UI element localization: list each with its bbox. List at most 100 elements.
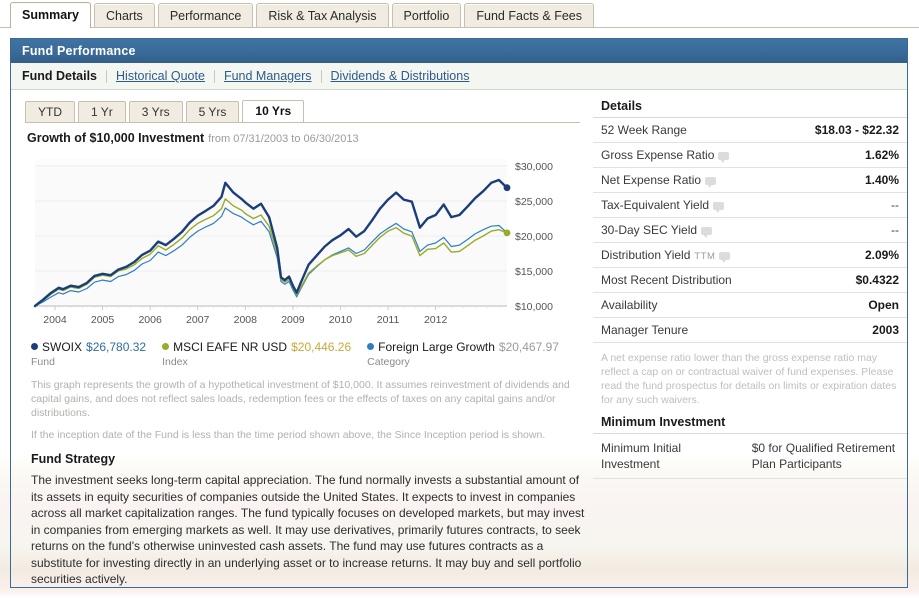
details-row: Tax-Equivalent Yield --	[593, 192, 907, 218]
main-tabs: Summary Charts Performance Risk & Tax Analy…	[0, 0, 919, 28]
chart-y-tick-label: $10,000	[515, 301, 553, 313]
legend-row: Foreign Large Growth $20,467.97	[367, 340, 559, 354]
legend-row: MSCI EAFE NR USD $20,446.26	[162, 340, 351, 354]
fund-strategy-text: The investment seeks long-term capital a…	[31, 473, 585, 586]
legend-row: SWOIX $26,780.32	[31, 340, 146, 354]
subnav-historical-quote[interactable]: Historical Quote	[107, 69, 214, 83]
chart-x-tick-label: 2008	[234, 314, 258, 326]
minimum-investment-row: Minimum Initial Investment $0 for Qualifi…	[593, 434, 907, 479]
minimum-investment-title: Minimum Investment	[593, 413, 907, 434]
chart-y-tick-label: $15,000	[515, 266, 553, 278]
details-label-text: Distribution Yield	[601, 248, 691, 262]
legend-item: Foreign Large Growth $20,467.97 Category	[367, 340, 559, 368]
details-row-label: 30-Day SEC Yield	[593, 217, 780, 243]
expense-ratio-note: A net expense ratio lower than the gross…	[601, 352, 897, 406]
details-row-value: 1.40%	[779, 167, 907, 193]
period-tab-10-yrs[interactable]: 10 Yrs	[242, 100, 305, 122]
details-row-value: --	[779, 217, 907, 243]
tab-fund-facts-fees[interactable]: Fund Facts & Fees	[464, 3, 594, 28]
minimum-investment-value: $0 for Qualified Retirement Plan Partici…	[743, 434, 907, 479]
fund-strategy-section: Fund Strategy The investment seeks long-…	[31, 452, 591, 588]
details-row-label: Availability	[593, 292, 780, 318]
details-row-value: 2.09%	[779, 242, 907, 268]
tab-portfolio[interactable]: Portfolio	[391, 3, 462, 28]
graph-disclaimer-paragraph: If the inception date of the Fund is les…	[31, 429, 546, 441]
details-table: 52 Week Range $18.03 - $22.32 Gross Expens…	[593, 118, 907, 343]
tab-performance[interactable]: Performance	[157, 3, 254, 28]
subnav-fund-managers[interactable]: Fund Managers	[215, 69, 321, 83]
legend-series-role: Category	[367, 356, 410, 368]
fund-performance-panel: Fund Performance Fund Details Historical …	[10, 38, 908, 588]
chart-series-endpoint	[503, 184, 511, 192]
tooltip-bubble-icon[interactable]	[719, 252, 731, 263]
tooltip-bubble-icon[interactable]	[705, 177, 717, 188]
period-tab-1-yr[interactable]: 1 Yr	[78, 101, 126, 122]
period-tab-5-yrs[interactable]: 5 Yrs	[185, 101, 240, 122]
panel-body: YTD 1 Yr 3 Yrs 5 Yrs 10 Yrs Growth of $10,00…	[11, 90, 907, 587]
details-label-text: 30-Day SEC Yield	[601, 223, 698, 237]
period-tab-3-yrs[interactable]: 3 Yrs	[128, 101, 183, 122]
details-row-label: Gross Expense Ratio	[593, 142, 780, 168]
legend-item: MSCI EAFE NR USD $20,446.26 Index	[162, 340, 351, 368]
details-row-value: 2003	[779, 317, 907, 343]
subnav-link[interactable]: Historical Quote	[116, 69, 205, 83]
chart-x-tick-label: 2010	[329, 314, 353, 326]
details-label-suffix: TTM	[694, 251, 716, 262]
chart-x-tick-label: 2004	[43, 314, 67, 326]
period-tab-ytd[interactable]: YTD	[25, 101, 75, 122]
legend-series-value: $20,467.97	[498, 340, 559, 354]
details-label-text: Availability	[601, 298, 658, 312]
chart-x-tick-label: 2011	[377, 314, 400, 326]
chart-title-row: Growth of $10,000 Investment from 07/31/2…	[11, 122, 593, 149]
chart-y-tick-label: $25,000	[515, 196, 553, 208]
chart-y-tick-label: $30,000	[515, 161, 553, 173]
legend-series-value: $20,446.26	[291, 340, 352, 354]
period-tabs-underline	[25, 122, 580, 123]
details-row-label: Manager Tenure	[593, 317, 780, 343]
main-tab-strip: Summary Charts Performance Risk & Tax Analy…	[0, 0, 919, 28]
growth-chart-svg: $10,000 $15,000 $20,000 $25,000 $30,000 2004 2…	[33, 159, 553, 326]
legend-item: SWOIX $26,780.32 Fund	[31, 340, 146, 368]
tooltip-bubble-icon[interactable]	[718, 152, 730, 163]
details-row-label: Net Expense Ratio	[593, 167, 780, 193]
chart-legend: SWOIX $26,780.32 Fund MSCI EAFE NR USD $20,4…	[31, 340, 593, 368]
minimum-investment-label: Minimum Initial Investment	[593, 434, 744, 479]
tooltip-bubble-icon[interactable]	[701, 227, 713, 238]
details-row: Gross Expense Ratio 1.62%	[593, 142, 907, 168]
details-row-value: Open	[779, 292, 907, 318]
details-row-value: --	[779, 192, 907, 218]
tab-risk-tax-analysis[interactable]: Risk & Tax Analysis	[256, 3, 389, 28]
panel-subnav: Fund Details Historical Quote Fund Manager…	[11, 63, 907, 90]
details-row: 52 Week Range $18.03 - $22.32	[593, 118, 907, 143]
chart-x-tick-label: 2009	[281, 314, 305, 326]
chart-column: YTD 1 Yr 3 Yrs 5 Yrs 10 Yrs Growth of $10,00…	[11, 90, 593, 587]
details-row-value: $18.03 - $22.32	[779, 118, 907, 143]
tab-charts[interactable]: Charts	[93, 3, 155, 28]
tab-strip-underline	[0, 27, 919, 28]
period-tabs: YTD 1 Yr 3 Yrs 5 Yrs 10 Yrs	[11, 90, 593, 123]
subnav-dividends-distributions[interactable]: Dividends & Distributions	[322, 69, 479, 83]
chart-y-tick-label: $20,000	[515, 231, 553, 243]
subnav-fund-details[interactable]: Fund Details	[22, 69, 106, 83]
details-column: Details 52 Week Range $18.03 - $22.32 Gros…	[593, 90, 907, 587]
details-label-text: Manager Tenure	[601, 323, 689, 337]
legend-series-name: Foreign Large Growth	[378, 340, 495, 354]
chart-x-tick-label: 2005	[91, 314, 115, 326]
tab-summary[interactable]: Summary	[10, 2, 91, 28]
subnav-link[interactable]: Fund Managers	[224, 69, 312, 83]
details-row-value: 1.62%	[779, 142, 907, 168]
details-label-text: Net Expense Ratio	[601, 173, 702, 187]
graph-disclaimer: This graph represents the growth of a hy…	[31, 378, 583, 442]
details-label-text: Gross Expense Ratio	[601, 148, 715, 162]
legend-series-role: Index	[162, 356, 188, 368]
legend-series-value: $26,780.32	[86, 340, 147, 354]
subnav-link[interactable]: Dividends & Distributions	[331, 69, 470, 83]
details-row-label: Tax-Equivalent Yield	[593, 192, 780, 218]
legend-series-name: SWOIX	[42, 340, 83, 354]
fund-strategy-title: Fund Strategy	[31, 452, 116, 466]
legend-series-name: MSCI EAFE NR USD	[173, 340, 288, 354]
minimum-investment-table: Minimum Initial Investment $0 for Qualifi…	[593, 434, 907, 479]
legend-color-dot	[31, 343, 38, 350]
details-row: 30-Day SEC Yield --	[593, 217, 907, 243]
tooltip-bubble-icon[interactable]	[713, 202, 725, 213]
